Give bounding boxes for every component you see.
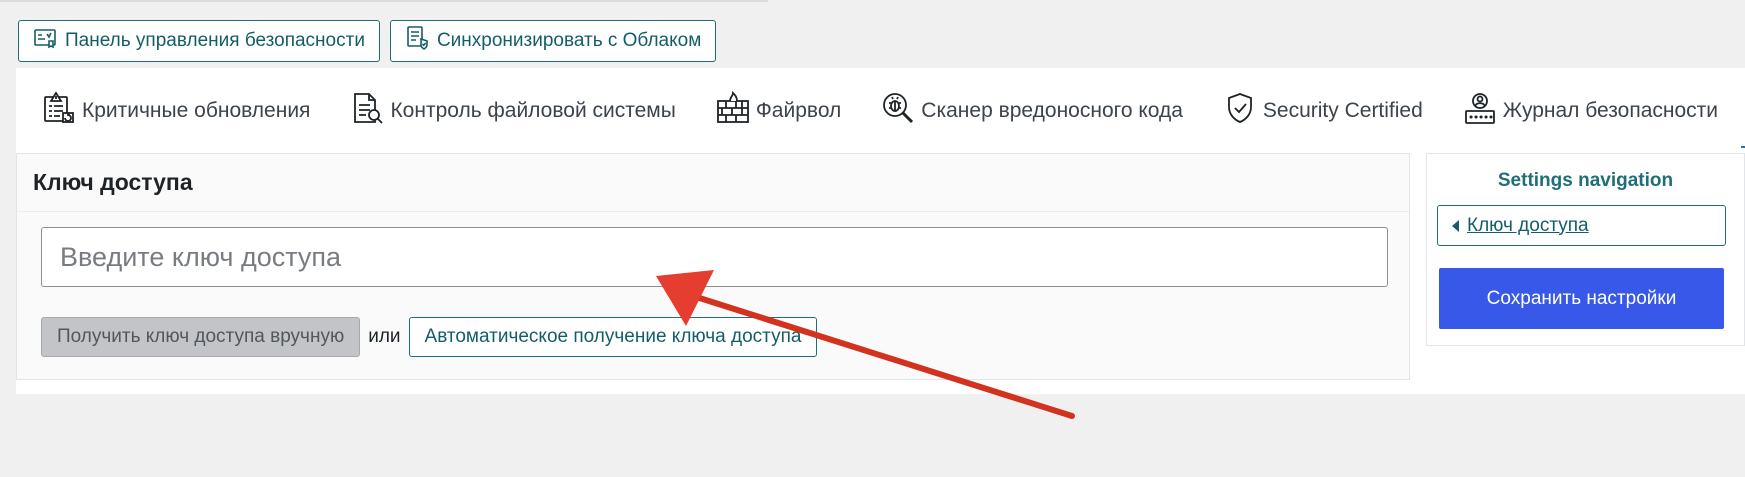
tab-firewall[interactable]: Файрвол: [716, 90, 842, 131]
settings-nav-link-label: Ключ доступа: [1467, 214, 1589, 236]
or-text: или: [368, 326, 401, 347]
access-key-input[interactable]: [41, 227, 1388, 287]
tab-critical-updates[interactable]: Критичные обновления: [42, 91, 310, 131]
settings-nav-link-access-key[interactable]: Ключ доступа: [1437, 205, 1726, 246]
caret-left-icon: [1452, 219, 1459, 232]
access-key-panel: Ключ доступа Получить ключ доступа вручн…: [16, 153, 1410, 380]
panel-title: Ключ доступа: [17, 154, 1409, 212]
tab-security-certified[interactable]: Security Certified: [1223, 91, 1423, 131]
tab-malware-scanner-label: Сканер вредоносного кода: [921, 99, 1183, 122]
key-actions-row: Получить ключ доступа вручную или Автома…: [41, 317, 818, 357]
file-system-icon: [350, 91, 384, 131]
security-log-icon: [1463, 91, 1497, 131]
tab-critical-updates-label: Критичные обновления: [82, 99, 311, 122]
tab-security-log-label: Журнал безопасности: [1502, 99, 1719, 122]
security-dashboard-label: Панель управления безопасности: [65, 30, 365, 51]
dashboard-icon: [33, 25, 59, 57]
sync-document-icon: [405, 25, 431, 57]
tab-security-log[interactable]: Журнал безопасности: [1463, 91, 1718, 131]
save-settings-button[interactable]: Сохранить настройки: [1439, 268, 1724, 329]
top-actions: Панель управления безопасности Синхрониз…: [18, 20, 717, 62]
tab-file-system-label: Контроль файловой системы: [390, 99, 676, 122]
critical-updates-icon: [42, 91, 76, 131]
tab-security-certified-label: Security Certified: [1262, 99, 1423, 122]
firewall-icon: [716, 90, 750, 131]
sync-cloud-button[interactable]: Синхронизировать с Облаком: [389, 20, 717, 62]
tab-malware-scanner[interactable]: Сканер вредоносного кода: [881, 91, 1183, 131]
security-dashboard-button[interactable]: Панель управления безопасности: [18, 20, 380, 62]
tab-file-system[interactable]: Контроль файловой системы: [350, 91, 676, 131]
tabs-bar: Критичные обновления Контроль файловой с…: [16, 68, 1745, 154]
tab-firewall-label: Файрвол: [755, 99, 842, 122]
settings-navigation-panel: Settings navigation Ключ доступа Сохрани…: [1426, 153, 1745, 346]
shield-check-icon: [1223, 91, 1257, 131]
auto-get-key-button[interactable]: Автоматическое получение ключа доступа: [408, 317, 818, 357]
top-strip: [0, 0, 768, 2]
settings-navigation-title: Settings navigation: [1497, 170, 1674, 191]
malware-scanner-icon: [881, 91, 915, 131]
get-key-manually-button[interactable]: Получить ключ доступа вручную: [41, 317, 361, 357]
sync-cloud-label: Синхронизировать с Облаком: [436, 30, 702, 51]
active-tab-indicator: [1741, 146, 1745, 148]
